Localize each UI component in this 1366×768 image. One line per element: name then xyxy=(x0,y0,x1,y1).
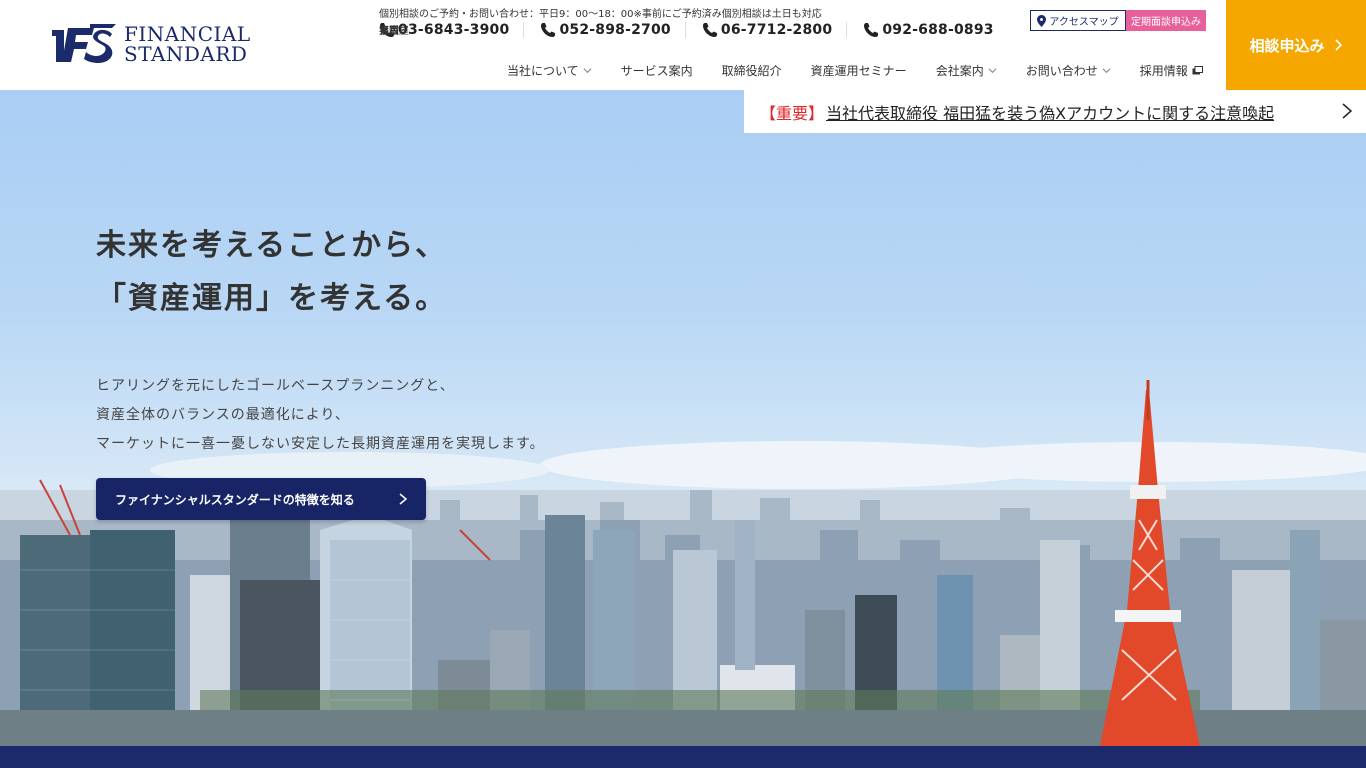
nav-item-directors[interactable]: 取締役紹介 xyxy=(722,62,782,79)
consult-label: 相談申込み xyxy=(1249,36,1325,55)
main-nav: 当社について サービス案内 取締役紹介 資産運用セミナー 会社案内 お問い合わせ… xyxy=(507,62,1203,79)
nav-item-label: 当社について xyxy=(507,64,579,78)
fs-logo-icon xyxy=(52,24,116,63)
access-map-label: アクセスマップ xyxy=(1049,17,1119,28)
nav-item-contact[interactable]: お問い合わせ xyxy=(1026,62,1111,79)
bottom-band xyxy=(0,746,1366,768)
important-notice-link[interactable]: 【重要】 当社代表取締役 福田猛を装う偽Xアカウントに関する注意喚起 xyxy=(744,90,1366,133)
nav-item-label: 会社案内 xyxy=(935,64,984,78)
external-link-icon xyxy=(1192,66,1203,75)
site-header: FINANCIAL STANDARD 個別相談のご予約・お問い合わせ：平日9：0… xyxy=(0,0,1366,90)
phone-fukuoka[interactable]: 福岡 092-688-0893 xyxy=(379,22,1007,38)
nav-item-label: 取締役紹介 xyxy=(721,64,782,78)
regular-meeting-button[interactable]: 定期面談申込み xyxy=(1126,10,1206,31)
nav-item-label: 資産運用セミナー xyxy=(810,64,907,78)
features-button-label: ファイナンシャルスタンダードの特徴を知る xyxy=(115,492,355,507)
logo-line-2: STANDARD xyxy=(124,42,248,66)
nav-item-label: 採用情報 xyxy=(1139,64,1188,78)
access-map-button[interactable]: アクセスマップ xyxy=(1030,10,1126,31)
logo-wordmark: FINANCIAL STANDARD xyxy=(124,24,251,64)
nav-item-label: お問い合わせ xyxy=(1025,64,1098,78)
chevron-right-icon xyxy=(1334,39,1342,51)
logo-line-1: FINANCIAL xyxy=(124,22,251,46)
features-button[interactable]: ファイナンシャルスタンダードの特徴を知る xyxy=(96,478,426,520)
chevron-down-icon xyxy=(1102,68,1111,74)
chevron-right-icon xyxy=(1342,103,1353,119)
chevron-down-icon xyxy=(988,68,997,74)
map-pin-icon xyxy=(1037,14,1047,27)
nav-item-recruit[interactable]: 採用情報 xyxy=(1140,62,1203,79)
site-logo[interactable]: FINANCIAL STANDARD xyxy=(50,22,251,66)
chevron-down-icon xyxy=(583,68,592,74)
nav-item-about[interactable]: 当社について xyxy=(507,62,592,79)
nav-item-seminar[interactable]: 資産運用セミナー xyxy=(811,62,907,79)
nav-item-label: サービス案内 xyxy=(620,64,693,78)
nav-item-services[interactable]: サービス案内 xyxy=(621,62,693,79)
regular-meeting-label: 定期面談申込み xyxy=(1131,17,1201,28)
phone-list: 東京 03-6843-3900 名古屋 052-898-2700 大阪 06-7… xyxy=(379,22,1024,38)
notice-message: 当社代表取締役 福田猛を装う偽Xアカウントに関する注意喚起 xyxy=(826,103,1275,123)
nav-item-company[interactable]: 会社案内 xyxy=(936,62,997,79)
notice-tag: 【重要】 xyxy=(760,103,825,123)
consult-button[interactable]: 相談申込み xyxy=(1226,0,1366,90)
business-hours: 個別相談のご予約・お問い合わせ：平日9：00〜18：00※事前にご予約済み個別相… xyxy=(379,9,822,20)
